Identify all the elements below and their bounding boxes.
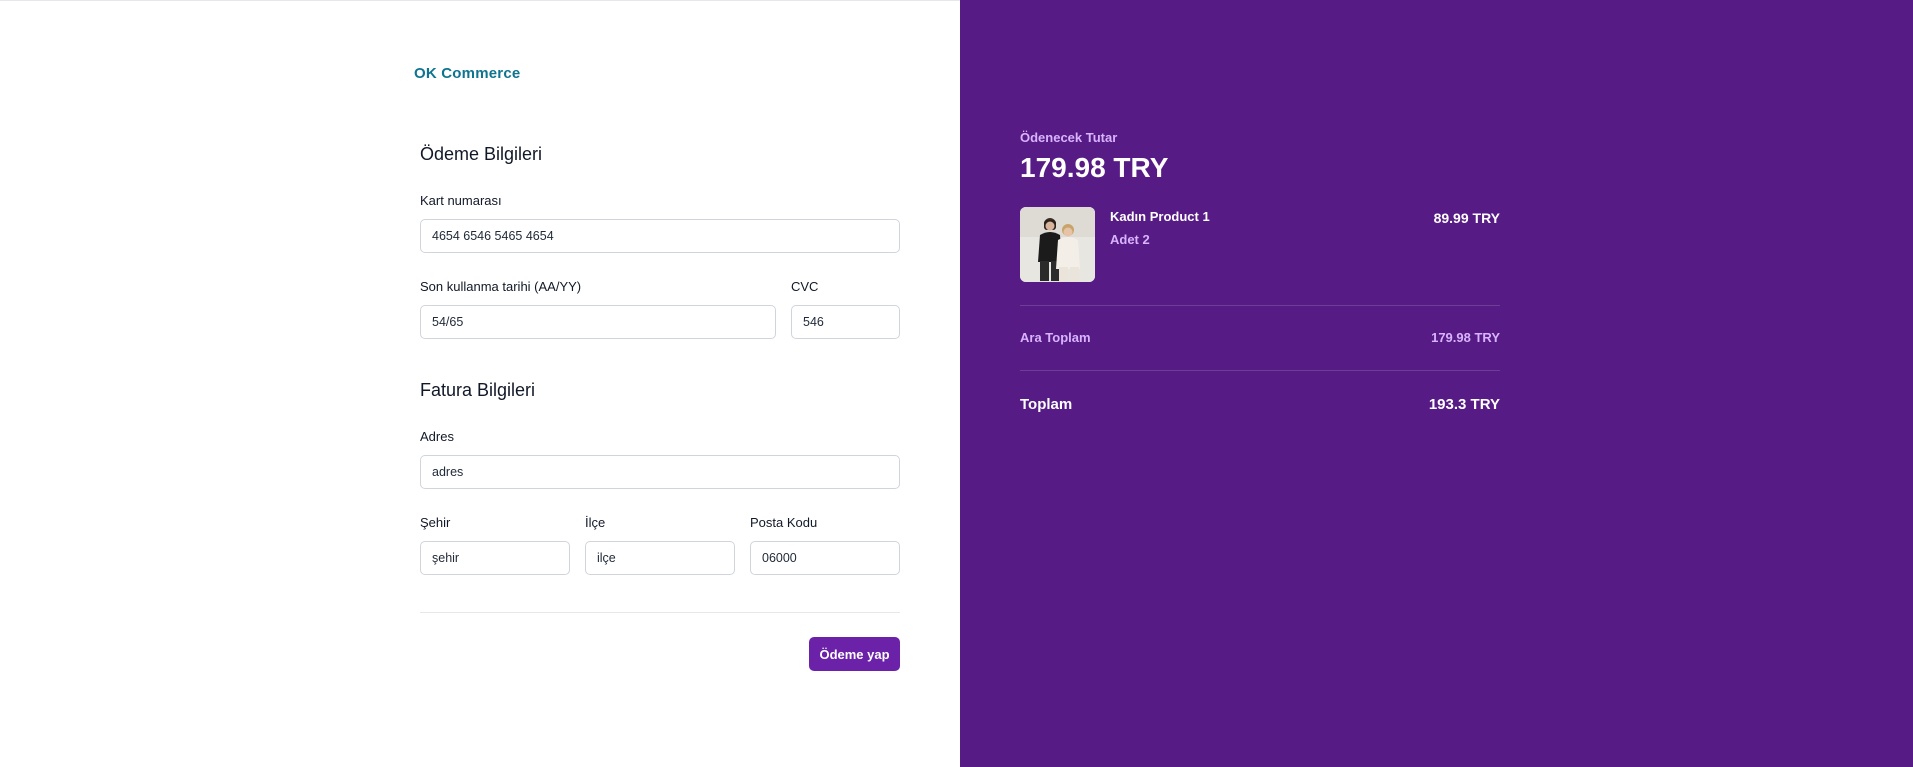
product-image bbox=[1020, 207, 1095, 282]
cvc-input[interactable] bbox=[791, 305, 900, 339]
product-name: Kadın Product 1 bbox=[1110, 209, 1210, 224]
order-summary-panel bbox=[960, 0, 1913, 767]
payment-section-title: Ödeme Bilgileri bbox=[420, 144, 543, 164]
product-price: 89.99 TRY bbox=[1433, 210, 1500, 226]
product-quantity: Adet 2 bbox=[1110, 232, 1150, 247]
expiry-input[interactable] bbox=[420, 305, 776, 339]
summary-divider-2 bbox=[1020, 370, 1500, 371]
amount-due-caption: Ödenecek Tutar bbox=[1020, 130, 1118, 145]
city-label: Şehir bbox=[420, 515, 451, 530]
expiry-label: Son kullanma tarihi (AA/YY) bbox=[420, 279, 582, 294]
card-number-input[interactable] bbox=[420, 219, 900, 253]
card-number-label: Kart numarası bbox=[420, 193, 502, 208]
top-border bbox=[0, 0, 960, 1]
billing-section-title: Fatura Bilgileri bbox=[420, 380, 536, 400]
pay-button[interactable]: Ödeme yap bbox=[809, 637, 900, 671]
city-input[interactable] bbox=[420, 541, 570, 575]
summary-divider-1 bbox=[1020, 305, 1500, 306]
total-label: Toplam bbox=[1020, 396, 1073, 413]
address-input[interactable] bbox=[420, 455, 900, 489]
address-label: Adres bbox=[420, 429, 454, 444]
checkout-form-panel: OK Commerce Ödeme Bilgileri Kart numaras… bbox=[0, 0, 960, 767]
total-value: 193.3 TRY bbox=[1428, 396, 1500, 413]
form-divider bbox=[420, 612, 900, 613]
postal-code-label: Posta Kodu bbox=[750, 515, 818, 530]
postal-code-input[interactable] bbox=[750, 541, 900, 575]
subtotal-label: Ara Toplam bbox=[1020, 330, 1091, 345]
subtotal-value: 179.98 TRY bbox=[1431, 330, 1500, 345]
district-input[interactable] bbox=[585, 541, 735, 575]
cvc-label: CVC bbox=[791, 279, 819, 294]
district-label: İlçe bbox=[585, 515, 606, 530]
brand-logo[interactable]: OK Commerce bbox=[414, 65, 520, 82]
amount-due-value: 179.98 TRY bbox=[1020, 152, 1169, 183]
